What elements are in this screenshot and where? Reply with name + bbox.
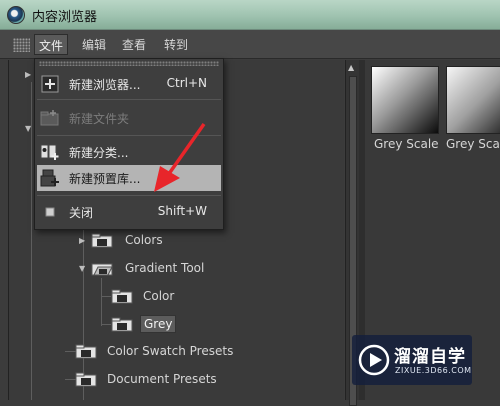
- tree-item-color-swatch-presets[interactable]: Color Swatch Presets: [73, 341, 333, 363]
- folder-icon: [111, 289, 133, 304]
- tree-item-label: Colors: [125, 233, 163, 247]
- tree-item-label: Color: [143, 289, 175, 303]
- menu-tearoff-grip[interactable]: [39, 61, 219, 66]
- tree-item-gradient-tool[interactable]: ▼ Gradient Tool: [75, 258, 275, 280]
- menu-item-label: 关闭: [69, 206, 94, 220]
- preset-thumbnail[interactable]: [446, 66, 500, 134]
- folder-icon: [75, 372, 97, 387]
- menu-separator: [37, 99, 221, 100]
- menu-separator: [37, 195, 221, 196]
- watermark-badge: 溜溜自学 ZIXUE.3D66.COM: [352, 335, 472, 385]
- menu-goto[interactable]: 转到: [160, 34, 192, 55]
- collapsed-arrow-icon[interactable]: ▶: [79, 236, 85, 245]
- play-logo-icon: [358, 344, 390, 376]
- tree-item-label: Color Swatch Presets: [107, 344, 234, 358]
- menu-item-label: 新建分类...: [69, 146, 129, 160]
- menu-bar: 文件 编辑 查看 转到: [0, 30, 500, 59]
- new-browser-icon: [41, 75, 59, 93]
- folder-icon: [111, 317, 133, 332]
- tree-item-label: Document Presets: [107, 372, 217, 386]
- tree-item-color[interactable]: Color: [109, 286, 269, 308]
- scroll-up-arrow-icon[interactable]: ▲: [348, 63, 354, 72]
- menu-item-label: 新建浏览器...: [69, 78, 141, 92]
- tree-item-colors[interactable]: ▶ Colors: [75, 230, 275, 252]
- menu-item-close[interactable]: 关闭 Shift+W: [37, 199, 221, 225]
- menu-item-shortcut: Shift+W: [157, 204, 207, 218]
- menu-edit[interactable]: 编辑: [78, 34, 110, 55]
- new-category-icon: [40, 144, 59, 160]
- new-preset-library-icon: [40, 169, 59, 187]
- new-folder-icon: [40, 110, 59, 126]
- preset-label[interactable]: Grey Scal: [446, 137, 500, 151]
- folder-open-icon: [91, 263, 113, 276]
- tree-guide-line: [31, 82, 32, 400]
- menu-view[interactable]: 查看: [118, 34, 150, 55]
- menu-item-shortcut: Ctrl+N: [166, 76, 207, 90]
- watermark-subtitle: ZIXUE.3D66.COM: [395, 366, 472, 375]
- tree-item-document-presets[interactable]: Document Presets: [73, 369, 333, 391]
- tree-item-grey[interactable]: Grey: [109, 314, 269, 336]
- tree-item-label-selected: Grey: [140, 315, 177, 333]
- window-title: 内容浏览器: [32, 10, 98, 25]
- watermark-title: 溜溜自学: [394, 347, 466, 367]
- menu-item-label: 新建文件夹: [69, 112, 130, 126]
- app-logo-icon: [7, 6, 25, 24]
- tree-guide-line: [101, 278, 102, 326]
- title-bar: 内容浏览器: [0, 0, 500, 30]
- close-icon: [45, 207, 55, 217]
- expanded-arrow-icon[interactable]: ▼: [79, 264, 85, 273]
- folder-icon: [91, 233, 113, 248]
- menu-item-label: 新建预置库...: [69, 172, 141, 186]
- menu-item-new-browser[interactable]: 新建浏览器... Ctrl+N: [37, 71, 221, 97]
- tree-root-expander-icon[interactable]: ▶: [25, 70, 31, 79]
- menu-file[interactable]: 文件: [34, 34, 69, 55]
- preset-label[interactable]: Grey Scale: [374, 137, 439, 151]
- annotation-arrow-icon: [154, 122, 206, 192]
- folder-icon: [75, 344, 97, 359]
- preset-thumbnail[interactable]: [371, 66, 439, 134]
- menubar-grip-handle[interactable]: [13, 38, 30, 52]
- tree-item-label: Gradient Tool: [125, 261, 205, 275]
